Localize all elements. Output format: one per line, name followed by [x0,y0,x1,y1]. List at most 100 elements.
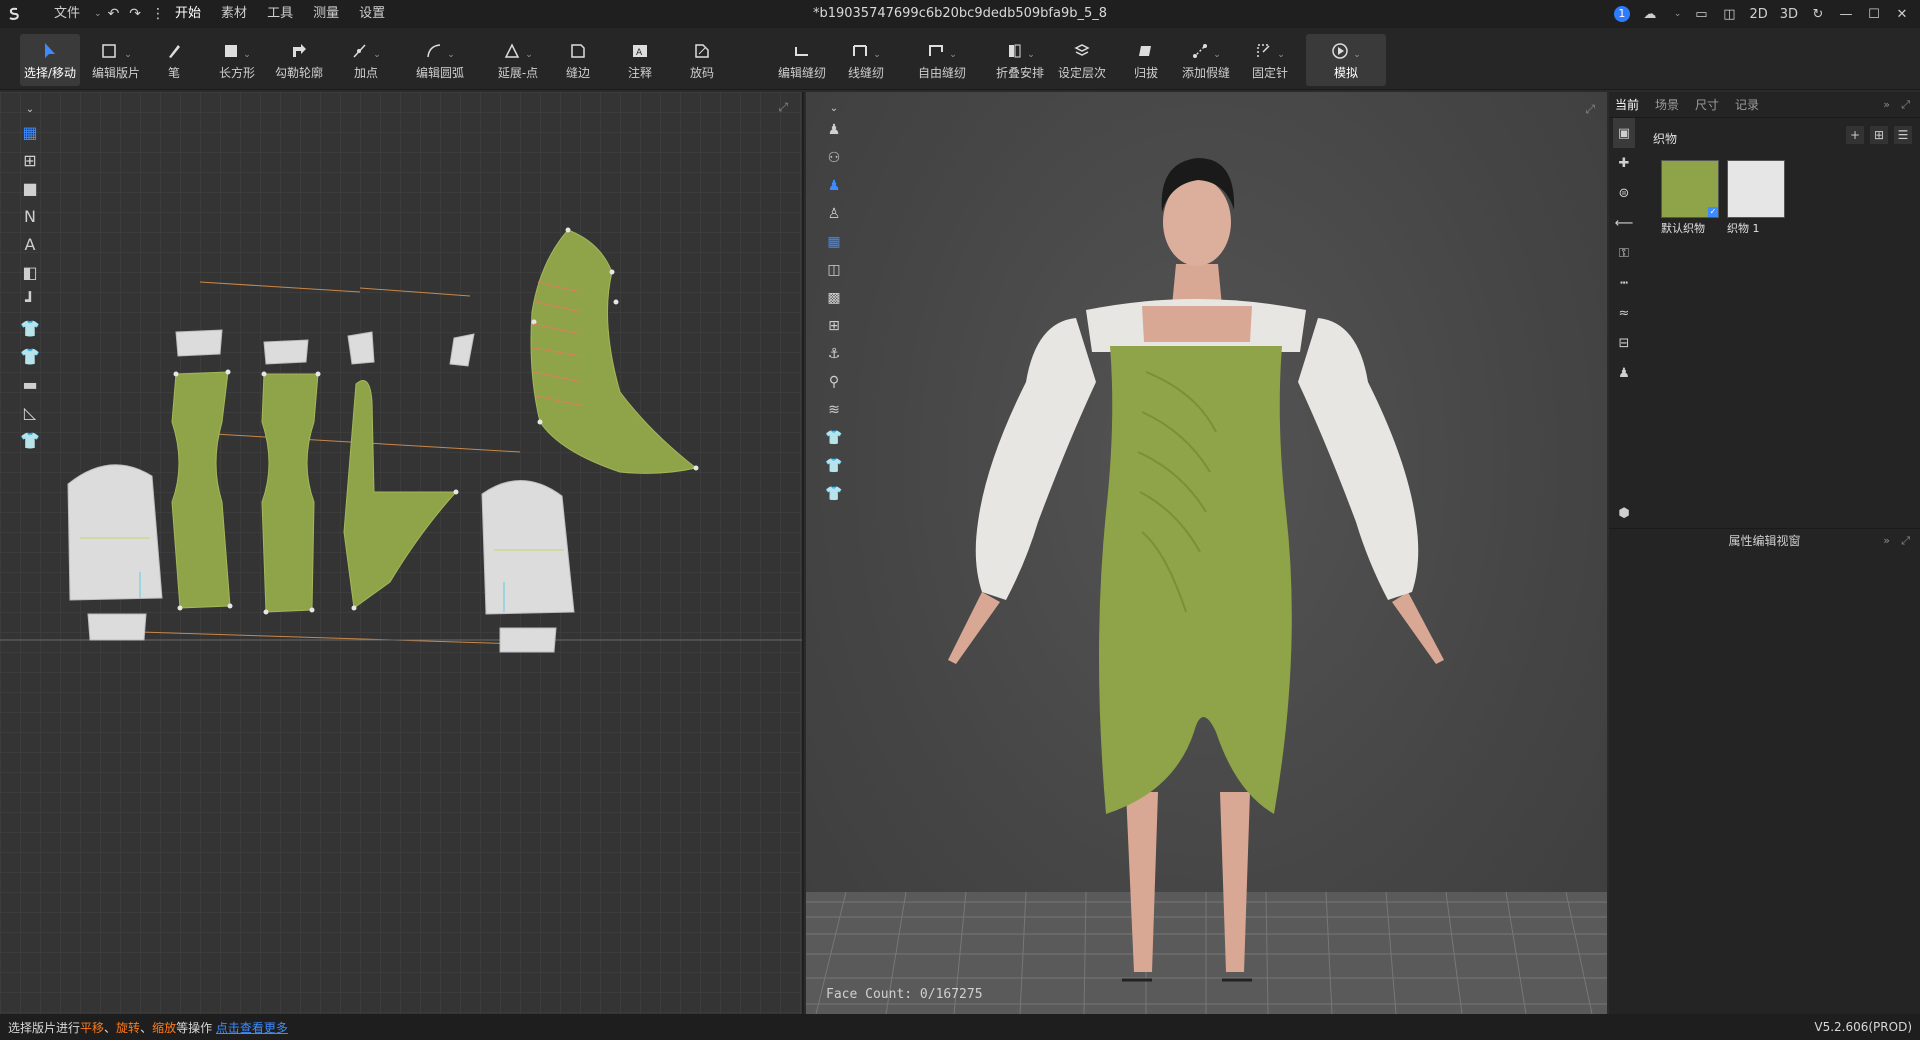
undo-icon[interactable]: ↶ [108,6,120,22]
object-type-sidebar: ▣ ✚ ⊜ ⟵ ⚿ ┅ ≈ ⊟ ♟ ⬢ [1609,118,1639,528]
pen-icon [166,34,182,60]
menu-settings[interactable]: 设置 [349,0,395,28]
redo-icon[interactable]: ↷ [129,6,141,22]
learn-more-link[interactable]: 点击查看更多 [216,1021,288,1035]
minimize-icon[interactable]: — [1838,7,1854,22]
trace-outline-icon [290,34,308,60]
tool-extend-point[interactable]: ⌄ 延展-点 [494,34,542,86]
fabric-tools: + ⊞ ☰ [1846,126,1912,144]
layout-single-icon[interactable]: ▭ [1693,7,1709,22]
tab-current[interactable]: 当前 [1615,96,1639,113]
tab-history[interactable]: 记录 [1735,96,1759,113]
version-label: V5.2.606(PROD) [1814,1020,1912,1034]
pattern-2d-view[interactable]: ⌄ ▦ ⊞ ■ N A ◧ ┛ 👕 👕 ▬ ◺ 👕 ⤢ [0,92,804,1014]
green-dress [1099,346,1292,814]
tool-shrink-stretch[interactable]: 归拔 [1132,34,1160,86]
fabric-section-title: 织物 [1653,132,1678,146]
add-tack-icon: ⌄ [1191,34,1221,60]
add-fabric-button[interactable]: + [1846,126,1864,144]
menu-measure[interactable]: 测量 [303,0,349,28]
tab-size[interactable]: 尺寸 [1695,96,1719,113]
sleeve-pieces[interactable] [67,464,575,653]
square-neckline [1142,306,1252,342]
close-icon[interactable]: ✕ [1894,7,1910,22]
fabric-icon[interactable]: ▣ [1613,118,1635,148]
trim-icon[interactable]: ⊟ [1613,328,1635,358]
tool-rectangle[interactable]: ⌄ 长方形 [216,34,258,86]
tool-edit-arc[interactable]: ⌄ 编辑圆弧 [412,34,468,86]
stitch-line-icon[interactable]: ┅ [1613,268,1635,298]
tool-pin[interactable]: ⌄ 固定针 [1248,34,1292,86]
edit-pattern-icon: ⌄ [100,34,132,60]
fabric-swatch: ✓ [1661,160,1719,218]
tool-add-point[interactable]: ⌄ 加点 [346,34,386,86]
tool-edit-pattern[interactable]: ⌄ 编辑版片 [88,34,144,86]
cuff-pieces[interactable] [175,329,475,367]
extend-point-icon: ⌄ [503,34,533,60]
tool-add-tack[interactable]: ⌄ 添加假缝 [1180,34,1232,86]
menu-material[interactable]: 素材 [211,0,257,28]
status-bar: 选择版片进行平移、旋转、缩放等操作 点击查看更多 V5.2.606(PROD) [0,1014,1920,1040]
collapse-icon[interactable]: » [1883,98,1890,111]
tool-free-sewing[interactable]: ⌄ 自由缝纫 [916,34,968,86]
edit-arc-icon: ⌄ [425,34,455,60]
tab-scene[interactable]: 场景 [1655,96,1679,113]
pattern-pieces-canvas [0,227,802,653]
app-window: 文件 ⌄ ↶ ↷ ⋮ 开始 素材 工具 测量 设置 *b19035747699c… [0,0,1920,1040]
fabric-item-1[interactable]: 织物 1 [1727,160,1785,236]
tool-set-layer[interactable]: 设定层次 [1058,34,1106,86]
button-icon[interactable]: ✚ [1613,148,1635,178]
svg-text:A: A [636,48,643,58]
shrink-stretch-icon [1137,34,1155,60]
main-toolbar: 选择/移动 ⌄ 编辑版片 笔 ⌄ 长方形 勾勒轮廓 ⌄ 加点 ⌄ 编辑圆弧 ⌄ … [0,28,1920,90]
dress-pieces[interactable] [171,229,698,613]
tool-simulate[interactable]: ⌄ 模拟 [1306,34,1386,86]
view-3d-button[interactable]: 3D [1780,7,1798,22]
notification-badge[interactable]: 1 [1613,6,1630,22]
tool-fold-arrange[interactable]: ⌄ 折叠安排 [994,34,1046,86]
cloud-icon[interactable]: ☁ [1642,7,1658,22]
library-panel: 当前 场景 尺寸 记录 » ⤢ ▣ ✚ ⊜ ⟵ ⚿ ┅ ≈ ⊟ ♟ ⬢ 织物 +… [1609,92,1920,1014]
pin-icon: ⌄ [1255,34,1285,60]
wave-stitch-icon[interactable]: ≈ [1613,298,1635,328]
tool-edit-sewing[interactable]: 编辑缝纫 [776,34,828,86]
tool-select-move[interactable]: 选择/移动 [20,34,80,86]
undo-redo-group: ↶ ↷ ⋮ [108,6,165,22]
tool-trace-outline[interactable]: 勾勒轮廓 [274,34,324,86]
tool-line-sewing[interactable]: ⌄ 线缝纫 [844,34,888,86]
set-layer-icon [1073,34,1091,60]
menu-start[interactable]: 开始 [165,0,211,28]
refresh-icon[interactable]: ↻ [1810,7,1826,22]
expand-icon[interactable]: ⤢ [1901,98,1910,112]
tool-seam-allowance[interactable]: 缝边 [564,34,592,86]
avatar-icon[interactable]: ♟ [1613,358,1635,388]
view-2d-button[interactable]: 2D [1749,7,1767,22]
collapse-icon[interactable]: » [1883,529,1890,553]
avatar-3d-view[interactable]: ⌄ ♟ ⚇ ♟ ♙ ▦ ◫ ▩ ⊞ ⚓ ⚲ ≋ 👕 👕 👕 ⤢ Face Cou… [806,92,1607,1014]
tool-grading[interactable]: 放码 [688,34,716,86]
edit-sewing-icon [793,34,811,60]
free-sewing-icon: ⌄ [927,34,957,60]
more-icon[interactable]: ⋮ [151,6,165,22]
face-count-readout: Face Count: 0/167275 [826,987,983,1002]
property-editor-title: 属性编辑视窗 » ⤢ [1609,528,1920,552]
maximize-icon[interactable]: ☐ [1866,7,1882,22]
annotation-icon: A [631,34,649,60]
buttonhole-icon[interactable]: ⊜ [1613,178,1635,208]
rectangle-icon: ⌄ [223,34,251,60]
layout-split-icon[interactable]: ◫ [1721,7,1737,22]
add-point-icon: ⌄ [351,34,381,60]
avatar-render [806,158,1607,1014]
zipper-icon[interactable]: ⚿ [1613,238,1635,268]
tool-pen[interactable]: 笔 [162,34,186,86]
list-view-icon[interactable]: ☰ [1894,126,1912,144]
grid-view-icon[interactable]: ⊞ [1870,126,1888,144]
menu-tools[interactable]: 工具 [257,0,303,28]
tool-annotation[interactable]: A 注释 [626,34,654,86]
topstitch-icon[interactable]: ⟵ [1613,208,1635,238]
grading-icon [693,34,711,60]
expand-icon[interactable]: ⤢ [1901,529,1910,553]
cube-icon[interactable]: ⬢ [1613,498,1635,528]
fabric-item-default[interactable]: ✓ 默认织物 [1661,160,1719,236]
menu-file[interactable]: 文件 [44,0,90,28]
